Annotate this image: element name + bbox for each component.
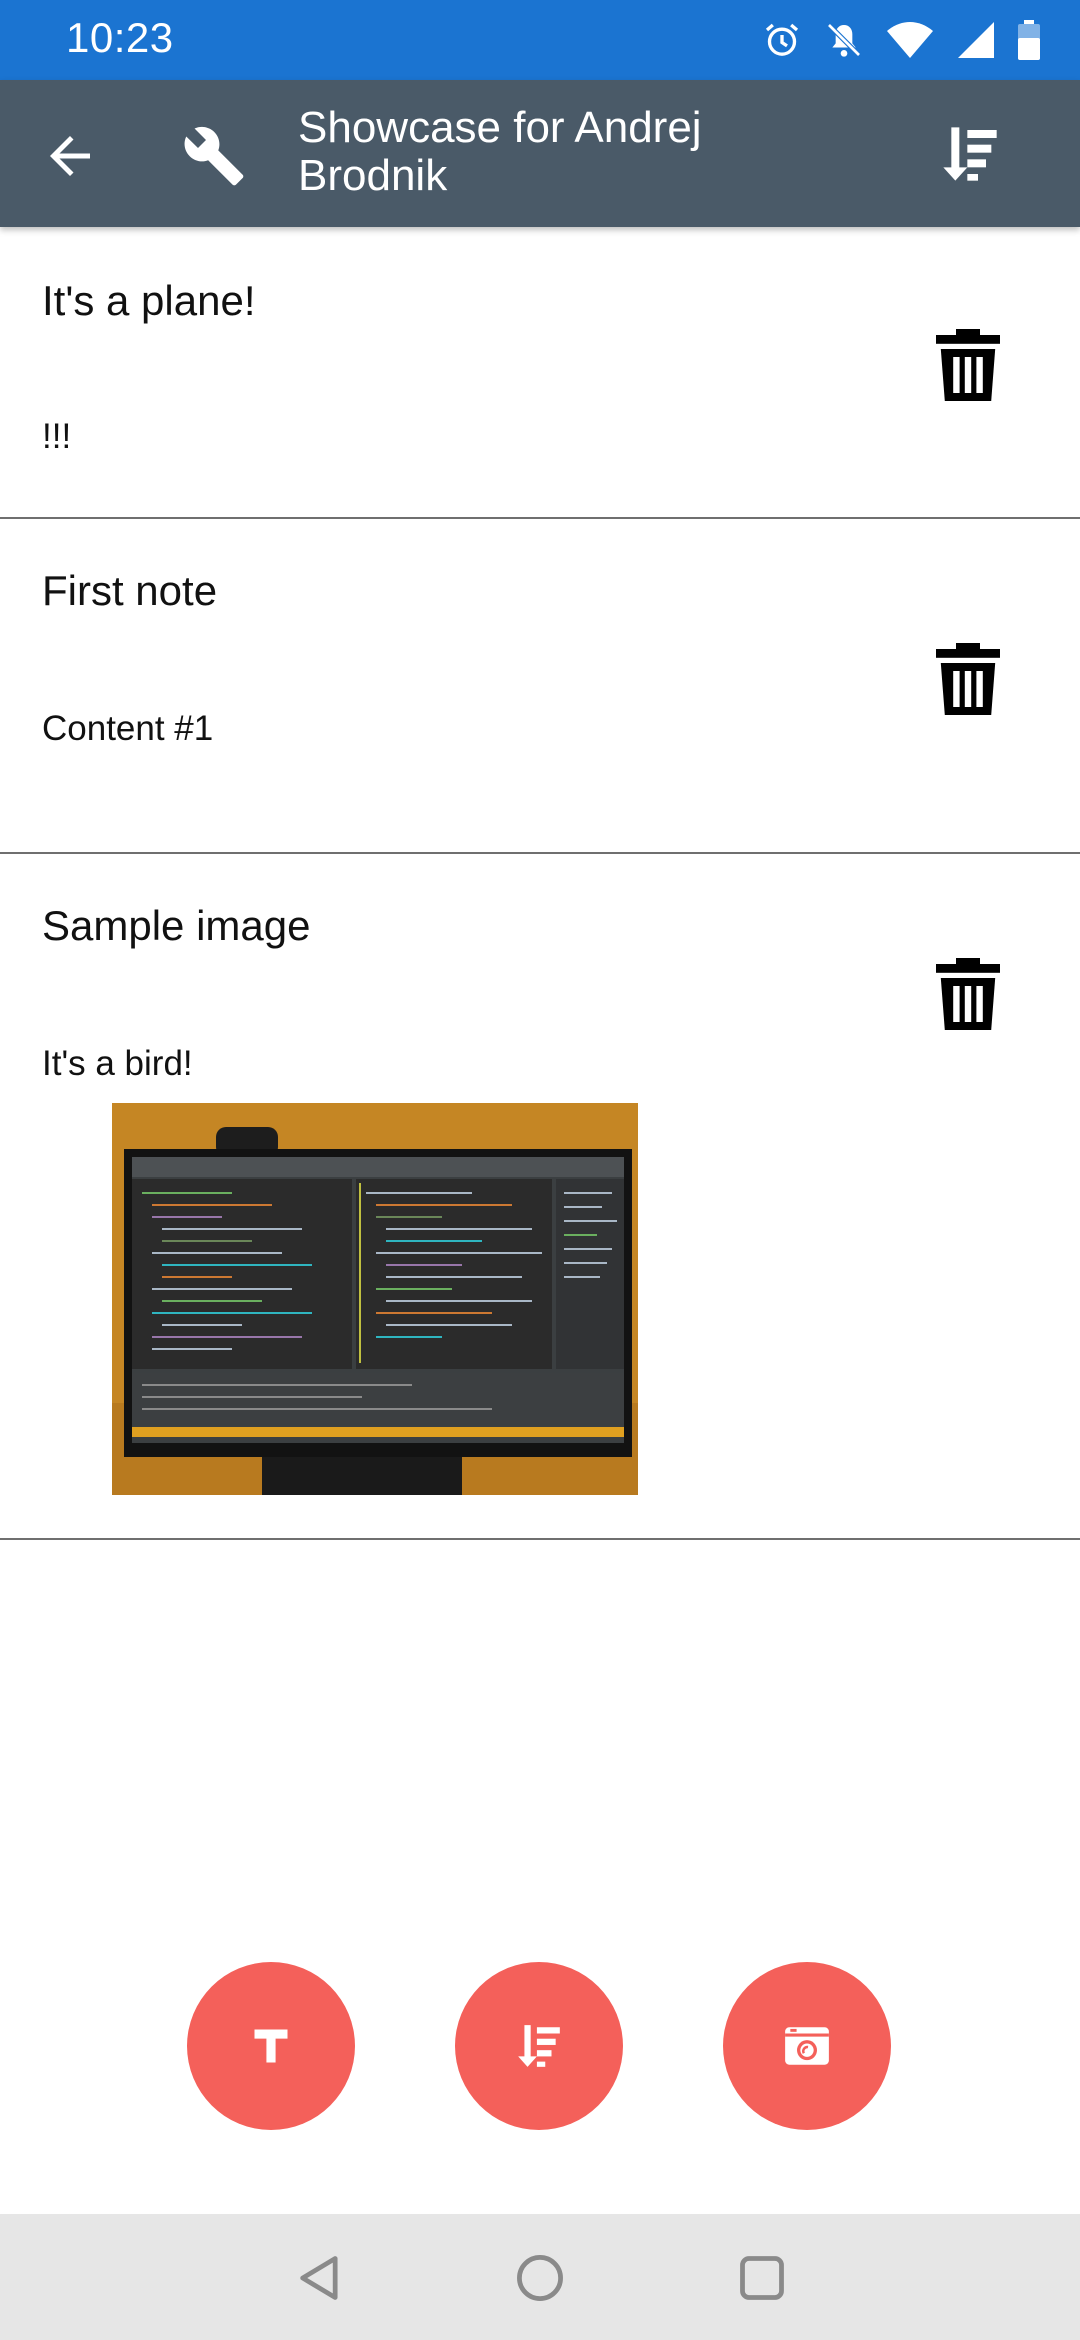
sort-notes-button[interactable] [455, 1962, 623, 2130]
sort-icon [518, 2025, 560, 2067]
status-bar: 10:23 [0, 0, 1080, 80]
camera-icon [785, 2027, 829, 2065]
system-nav-bar [0, 2214, 1080, 2340]
back-triangle-icon[interactable] [294, 2252, 346, 2304]
trash-icon[interactable] [936, 958, 1000, 1030]
list-item[interactable]: First note Content #1 [0, 519, 1080, 854]
trash-icon[interactable] [936, 643, 1000, 715]
note-content: !!! [42, 417, 72, 456]
home-circle-icon[interactable] [514, 2252, 566, 2304]
note-title: Sample image [42, 902, 311, 949]
text-note-icon [254, 2029, 288, 2063]
signal-icon [958, 22, 994, 58]
note-image [112, 1103, 638, 1495]
wifi-icon [887, 22, 933, 58]
arrow-back-icon[interactable] [40, 126, 100, 186]
list-item[interactable]: It's a plane! !!! [0, 227, 1080, 519]
note-content: It's a bird! [42, 1044, 193, 1083]
wrench-icon[interactable] [182, 124, 246, 188]
page-title: Showcase for Andrej Brodnik [298, 103, 702, 200]
app-bar: Showcase for Andrej Brodnik [0, 80, 1080, 227]
battery-icon [1018, 20, 1040, 60]
note-title: First note [42, 567, 218, 614]
notifications-off-icon [827, 23, 861, 57]
alarm-icon [765, 23, 799, 56]
add-text-note-button[interactable] [187, 1962, 355, 2130]
note-title: It's a plane! [42, 277, 256, 324]
status-icons [762, 18, 1040, 62]
sort-icon[interactable] [938, 122, 1002, 186]
recents-square-icon[interactable] [736, 2252, 788, 2304]
add-image-note-button[interactable] [723, 1962, 891, 2130]
trash-icon[interactable] [936, 329, 1000, 401]
status-time: 10:23 [66, 14, 174, 61]
note-content: Content #1 [42, 709, 214, 748]
